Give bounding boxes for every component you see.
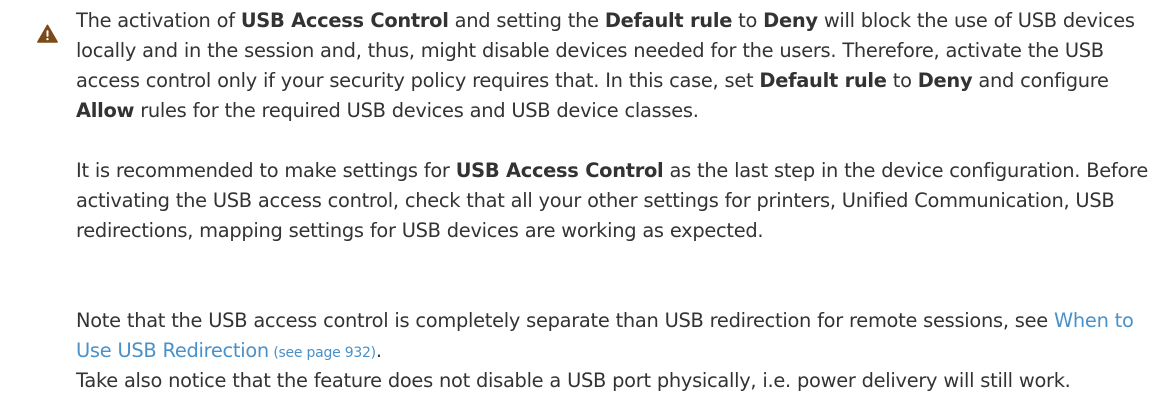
page-reference[interactable]: (see page 932) [269,345,376,361]
text-run: to [886,69,918,92]
text-run: Take also notice that the feature does n… [76,369,1071,392]
bold-term: USB Access Control [240,9,449,32]
warning-note: The activation of USB Access Control and… [0,0,1168,419]
text-run: It is recommended to make settings for [76,159,456,182]
text-run: to [732,9,764,32]
paragraph-3: Note that the USB access control is comp… [76,306,1161,368]
bold-term: Default rule [604,9,733,32]
text-run: The activation of [76,9,241,32]
bold-term: USB Access Control [455,159,664,182]
warning-triangle-icon [37,24,58,43]
text-run: and configure [972,69,1109,92]
text-run: and setting the [448,9,605,32]
paragraph-1: The activation of USB Access Control and… [76,6,1161,126]
paragraph-4: Take also notice that the feature does n… [76,366,1161,396]
bold-term: Default rule [759,69,887,92]
text-run: rules for the required USB devices and U… [134,99,699,122]
paragraph-2: It is recommended to make settings for U… [76,156,1161,246]
bold-term: Deny [917,69,973,92]
text-run: Note that the USB access control is comp… [76,309,1055,332]
text-run: . [375,339,382,362]
bold-term: Deny [763,9,818,32]
bold-term: Allow [76,99,135,122]
